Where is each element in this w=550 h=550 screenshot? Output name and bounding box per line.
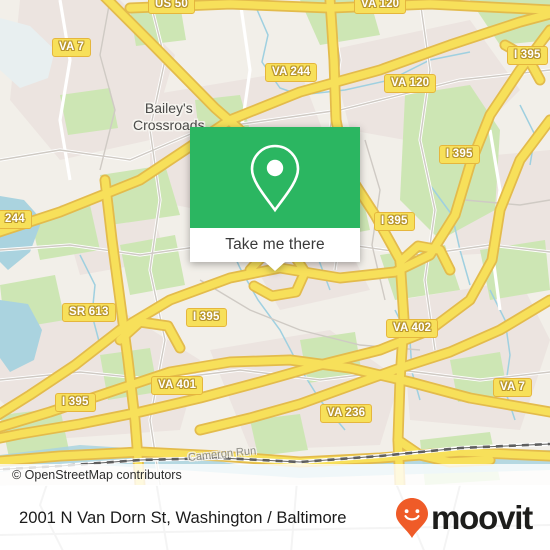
road-shield-label: I 395	[374, 212, 415, 231]
road-shield-label: I 395	[507, 46, 548, 65]
road-shield-label: VA 401	[151, 376, 204, 395]
road-shield-label: VA 236	[320, 404, 373, 423]
take-me-there-label: Take me there	[225, 236, 325, 253]
take-me-there-button[interactable]: Take me there	[190, 228, 360, 271]
moovit-pin-smiley-icon	[396, 497, 429, 538]
road-shield-label: 244	[0, 210, 32, 229]
moovit-wordmark: moovit	[431, 499, 533, 536]
road-shield-label: I 395	[55, 393, 96, 412]
road-shield-label: I 395	[439, 145, 480, 164]
road-shield-label: VA 7	[52, 38, 92, 57]
popup-header	[190, 127, 360, 228]
road-shield-label: VA 7	[493, 378, 533, 397]
road-shield-label: VA 402	[386, 319, 439, 338]
road-shield-label: SR 613	[62, 303, 116, 322]
map-pin-icon	[250, 144, 300, 212]
footer-bar: 2001 N Van Dorn St, Washington / Baltimo…	[0, 485, 550, 550]
road-shield-label: US 50	[148, 0, 195, 14]
footer-address-text: 2001 N Van Dorn St, Washington / Baltimo…	[19, 507, 347, 527]
road-shield-label: VA 120	[384, 74, 437, 93]
road-shield-label: VA 120	[354, 0, 407, 14]
moovit-logo[interactable]: moovit	[395, 497, 533, 539]
location-popup-card[interactable]: Take me there	[190, 127, 360, 271]
osm-attribution-bar: © OpenStreetMap contributors	[0, 464, 550, 486]
road-shield-label: VA 244	[265, 63, 318, 82]
popup-tail-pointer	[265, 262, 285, 271]
osm-attribution-text: © OpenStreetMap contributors	[12, 468, 182, 482]
moovit-map-screenshot: US 50 VA 120 VA 7 I 395 VA 244 VA 120 I 395 244…	[0, 0, 550, 550]
road-shield-label: I 395	[186, 308, 227, 327]
map-canvas[interactable]: US 50 VA 120 VA 7 I 395 VA 244 VA 120 I 395 244…	[0, 0, 550, 485]
place-name-line: Bailey's	[144, 100, 193, 116]
